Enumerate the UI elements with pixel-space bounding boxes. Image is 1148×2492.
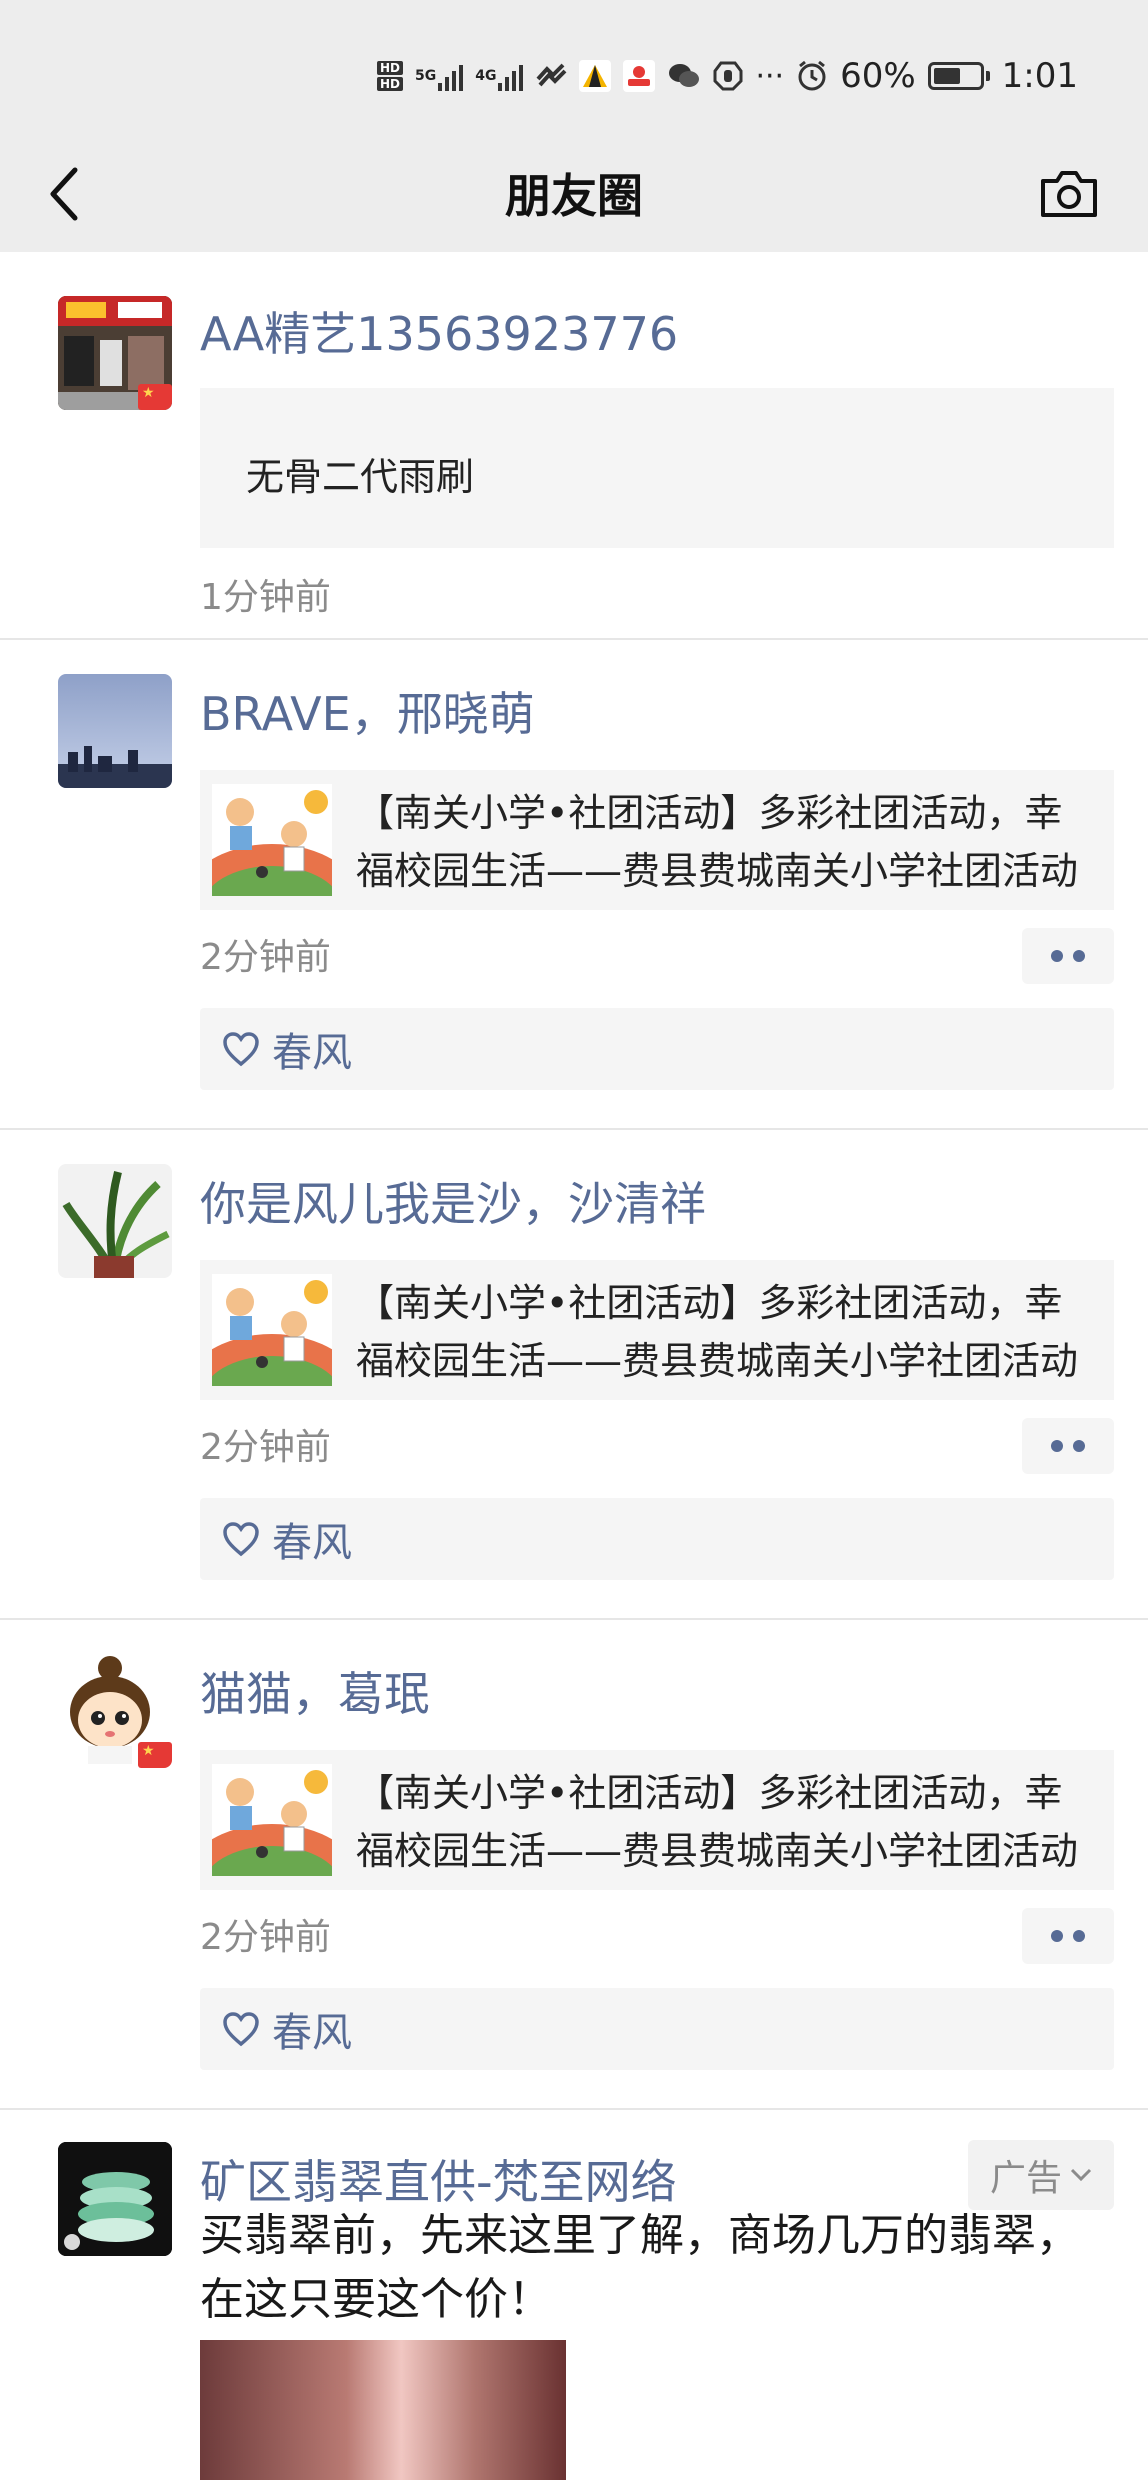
moment-post: 你是风儿我是沙，沙清祥 【南关小学•社团活动】多彩社团活动，幸 福校园生活——费… — [0, 1130, 1148, 1620]
avatar[interactable] — [58, 296, 172, 410]
heart-icon — [223, 2012, 259, 2047]
moment-post: BRAVE，邢晓萌 【南关小学•社团活动】多彩社团活动，幸 福校园生活——费县费… — [0, 640, 1148, 1130]
post-author-name[interactable]: 你是风儿我是沙，沙清祥 — [200, 1168, 706, 1234]
ad-image[interactable] — [200, 2340, 566, 2480]
ad-post: 矿区翡翠直供-梵至网络 广告 买翡翠前，先来这里了解，商场几万的翡翠，在这只要这… — [0, 2110, 1148, 2480]
more-actions-button[interactable] — [1022, 1418, 1114, 1474]
hd-icon: HD HD — [376, 61, 403, 91]
avatar[interactable] — [58, 2142, 172, 2256]
top-bar: HD HD 5G 4G ··· 60% 1:01 朋友圈 — [0, 0, 1148, 252]
shared-text: 无骨二代雨刷 — [246, 455, 475, 499]
chevron-down-icon — [1070, 2168, 1092, 2182]
moments-feed: AA精艺13563923776 无骨二代雨刷 1分钟前 BRAVE，邢晓萌 — [0, 252, 1148, 2480]
avatar[interactable] — [58, 1654, 172, 1768]
link-thumbnail — [212, 1764, 332, 1876]
shared-link-card[interactable]: 【南关小学•社团活动】多彩社团活动，幸 福校园生活——费县费城南关小学社团活动 — [200, 1260, 1114, 1400]
ad-tag-button[interactable]: 广告 — [968, 2140, 1114, 2210]
alarm-icon — [796, 60, 828, 92]
signal-5g-icon: 5G — [415, 61, 464, 91]
camera-icon — [1041, 171, 1097, 217]
link-icon — [535, 61, 567, 91]
liker-name[interactable]: 春风 — [272, 2000, 352, 2058]
advertiser-name[interactable]: 矿区翡翠直供-梵至网络 — [200, 2146, 677, 2212]
ad-tag-label: 广告 — [989, 2158, 1062, 2199]
sina-icon — [623, 60, 656, 92]
ad-text: 买翡翠前，先来这里了解，商场几万的翡翠，在这只要这个价！ — [200, 2210, 1080, 2325]
likes-bar: 春风 — [200, 1988, 1114, 2070]
avatar[interactable] — [58, 1164, 172, 1278]
link-thumbnail — [212, 784, 332, 896]
link-thumbnail — [212, 1274, 332, 1386]
china-flag-icon — [138, 384, 172, 410]
link-title: 【南关小学•社团活动】多彩社团活动，幸 福校园生活——费县费城南关小学社团活动 — [356, 1771, 1079, 1873]
likes-bar: 春风 — [200, 1008, 1114, 1090]
battery-percent: 60% — [840, 56, 916, 96]
liker-name[interactable]: 春风 — [272, 1020, 352, 1078]
hand-icon — [713, 61, 743, 91]
link-title: 【南关小学•社团活动】多彩社团活动，幸 福校园生活——费县费城南关小学社团活动 — [356, 1281, 1079, 1383]
moment-post: AA精艺13563923776 无骨二代雨刷 1分钟前 — [0, 252, 1148, 640]
status-bar: HD HD 5G 4G ··· 60% 1:01 — [376, 48, 1078, 104]
post-author-name[interactable]: AA精艺13563923776 — [200, 298, 678, 364]
china-flag-icon — [138, 1742, 172, 1768]
battery-icon — [927, 62, 990, 90]
signal-4g-icon: 4G — [475, 61, 524, 91]
more-actions-button[interactable] — [1022, 1908, 1114, 1964]
likes-bar: 春风 — [200, 1498, 1114, 1580]
heart-icon — [223, 1032, 259, 1067]
shared-link-card[interactable]: 【南关小学•社团活动】多彩社团活动，幸 福校园生活——费县费城南关小学社团活动 — [200, 770, 1114, 910]
moment-post: 猫猫，葛珉 【南关小学•社团活动】多彩社团活动，幸 福校园生活——费县费城南关小… — [0, 1620, 1148, 2110]
page-title: 朋友圈 — [505, 169, 643, 223]
post-time: 1分钟前 — [200, 577, 331, 618]
app-notification-icon — [579, 60, 612, 92]
post-time: 2分钟前 — [200, 1917, 331, 1958]
post-author-name[interactable]: BRAVE，邢晓萌 — [200, 678, 535, 744]
camera-button[interactable] — [1034, 162, 1104, 226]
more-status-icon: ··· — [755, 58, 785, 94]
shared-link-card[interactable]: 【南关小学•社团活动】多彩社团活动，幸 福校园生活——费县费城南关小学社团活动 — [200, 1750, 1114, 1890]
avatar[interactable] — [58, 674, 172, 788]
post-author-name[interactable]: 猫猫，葛珉 — [200, 1658, 430, 1724]
wechat-icon — [667, 61, 701, 91]
navigation-bar: 朋友圈 — [0, 140, 1148, 252]
post-time: 2分钟前 — [200, 937, 331, 978]
shared-text-card[interactable]: 无骨二代雨刷 — [200, 388, 1114, 548]
liker-name[interactable]: 春风 — [272, 1510, 352, 1568]
status-time: 1:01 — [1001, 56, 1078, 96]
more-actions-button[interactable] — [1022, 928, 1114, 984]
post-time: 2分钟前 — [200, 1427, 331, 1468]
link-title: 【南关小学•社团活动】多彩社团活动，幸 福校园生活——费县费城南关小学社团活动 — [356, 791, 1079, 893]
heart-icon — [223, 1522, 259, 1557]
